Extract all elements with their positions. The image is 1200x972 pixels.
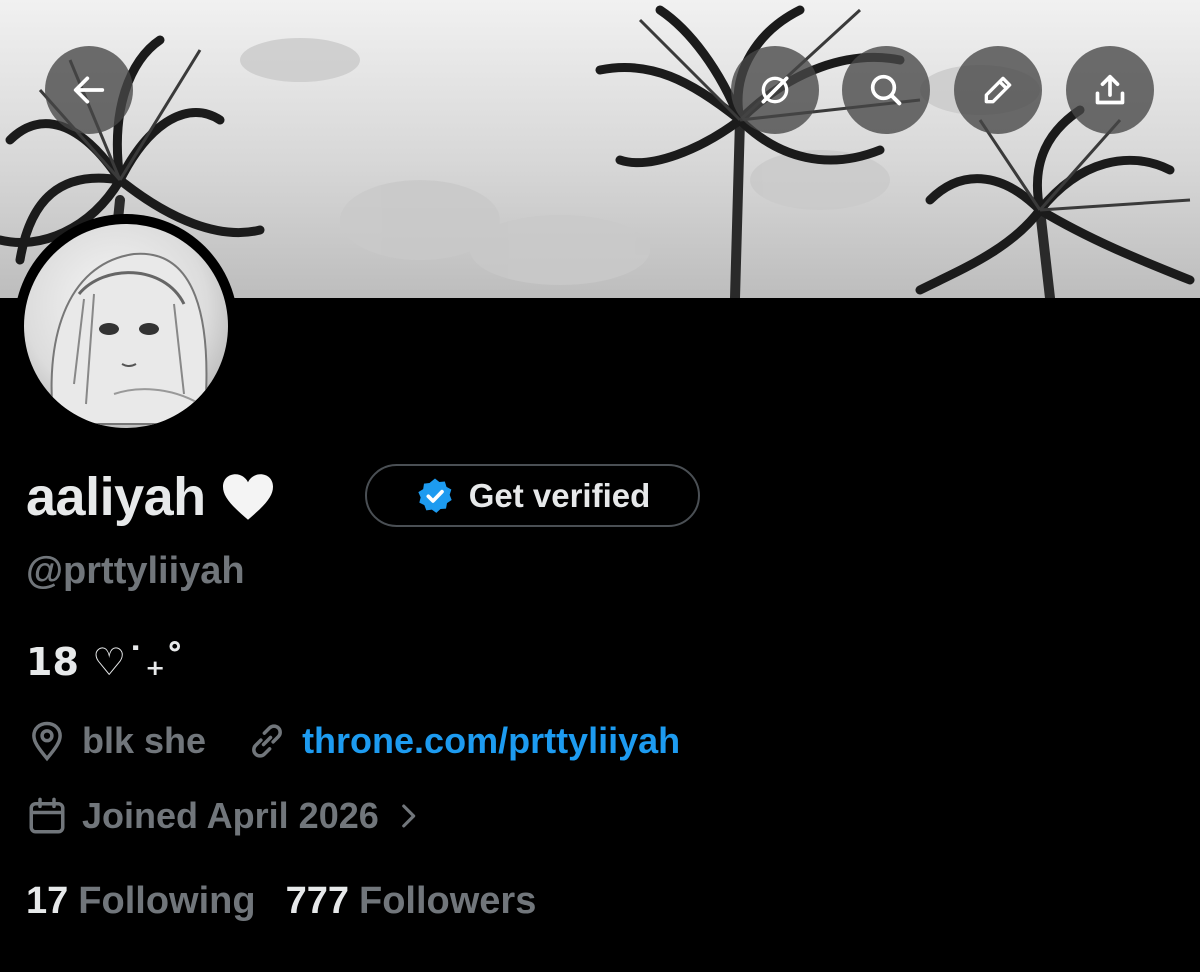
verified-badge-icon [418,478,452,513]
name-row: aaliyah [26,462,276,532]
calendar-icon [29,797,65,834]
followers-label: Followers [358,880,537,922]
joined-date: Joined April 2026 [82,795,379,836]
following-link[interactable]: 17 Following [26,880,256,923]
white-heart-icon [222,474,273,520]
website-link[interactable]: throne.com/prttyliiyah [302,720,680,762]
grok-button[interactable] [731,46,819,134]
share-icon [1095,74,1125,105]
get-verified-label: Get verified [468,476,651,514]
avatar-border [14,214,238,438]
get-verified-button[interactable]: Get verified [365,464,700,527]
avatar[interactable] [24,224,228,428]
back-button[interactable] [45,46,133,134]
chevron-right-icon [401,804,416,828]
followers-link[interactable]: 777 Followers [286,880,537,923]
display-name: aaliyah [26,467,206,527]
bio-text: 18 ♡˙₊˚ [26,640,185,684]
followers-count: 777 [285,880,349,922]
follow-stats: 17 Following 777 Followers [26,880,536,923]
user-handle: @prttyliiyah [26,550,245,592]
meta-row-location: blk she throne.com/prttyliiyah [26,720,680,762]
joined-row[interactable]: Joined April 2026 [26,795,425,837]
edit-pencil-icon [984,76,1012,104]
location-text: blk she [82,720,207,761]
back-arrow-icon [73,76,105,104]
link-icon [252,724,282,758]
search-icon [870,74,902,106]
grok-icon [761,76,789,104]
following-count: 17 [26,880,69,922]
share-button[interactable] [1066,46,1154,134]
following-label: Following [78,880,256,922]
location-pin-icon [32,721,62,762]
search-button[interactable] [842,46,930,134]
avatar-image [50,252,215,425]
edit-button[interactable] [954,46,1042,134]
